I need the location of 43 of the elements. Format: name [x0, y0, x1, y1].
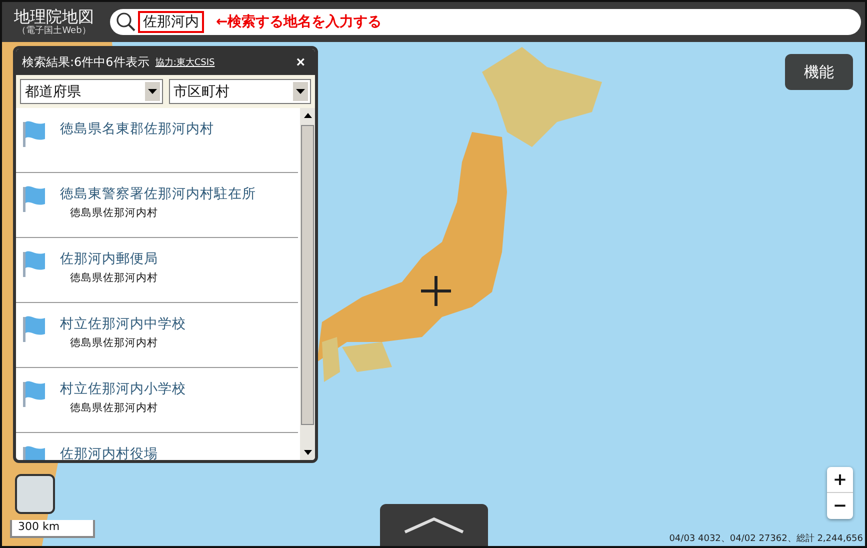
scroll-thumb[interactable]	[301, 125, 314, 425]
filter-dropdown[interactable]: 市区町村	[168, 79, 311, 104]
result-item[interactable]: 徳島県名東郡佐那河内村	[16, 108, 298, 173]
flag-icon	[22, 120, 46, 148]
flag-icon	[22, 250, 46, 278]
close-button[interactable]: ×	[292, 54, 309, 70]
annotation-text: ←検索する地名を入力する	[216, 13, 382, 31]
search-value: 佐那河内	[138, 11, 204, 33]
app-subtitle: （電子国土Web）	[17, 26, 91, 36]
app-title: 地理院地図	[14, 8, 94, 26]
zoom-in-button[interactable]: +	[827, 467, 853, 493]
flag-icon	[22, 315, 46, 343]
search-icon	[116, 12, 136, 32]
result-name: 村立佐那河内中学校	[60, 315, 186, 333]
function-button[interactable]: 機能	[785, 54, 853, 90]
filter-dropdown[interactable]: 都道府県	[20, 79, 162, 104]
result-address: 徳島県佐那河内村	[70, 271, 158, 285]
caret-up-icon	[403, 516, 465, 534]
result-name: 村立佐那河内小学校	[60, 380, 186, 398]
result-address: 徳島県佐那河内村	[70, 401, 159, 415]
result-item[interactable]: 徳島東警察署佐那河内村駐在所 徳島県佐那河内村	[16, 173, 298, 238]
result-name: 佐那河内郵便局	[60, 250, 158, 268]
result-name: 徳島東警察署佐那河内村駐在所	[60, 185, 256, 203]
result-item[interactable]: 佐那河内郵便局 徳島県佐那河内村	[16, 238, 298, 303]
credit-link[interactable]: 協力:東大CSIS	[155, 56, 215, 68]
search-field[interactable]: 佐那河内 ←検索する地名を入力する	[110, 9, 861, 35]
access-stats: 04/03 4032、04/02 27362、総計 2,244,656	[669, 532, 863, 545]
layer-thumbnail[interactable]	[15, 474, 55, 514]
result-item[interactable]: 村立佐那河内小学校 徳島県佐那河内村	[16, 368, 298, 433]
result-name: 佐那河内村役場	[60, 445, 158, 460]
result-item[interactable]: 村立佐那河内中学校 徳島県佐那河内村	[16, 303, 298, 368]
result-address: 徳島県佐那河内村	[70, 206, 159, 220]
result-name: 徳島県名東郡佐那河内村	[60, 120, 214, 138]
flag-icon	[22, 380, 46, 408]
result-address: 徳島県佐那河内村	[70, 336, 159, 350]
scrollbar[interactable]	[300, 108, 315, 460]
crosshair-icon	[421, 276, 451, 306]
bottom-panel-tab[interactable]	[380, 504, 488, 546]
flag-icon	[22, 185, 46, 213]
zoom-out-button[interactable]: −	[827, 493, 853, 519]
results-title: 検索結果:6件中6件表示	[22, 54, 150, 70]
scale-bar: 300 km	[10, 520, 95, 538]
result-item[interactable]: 佐那河内村役場	[16, 433, 298, 460]
